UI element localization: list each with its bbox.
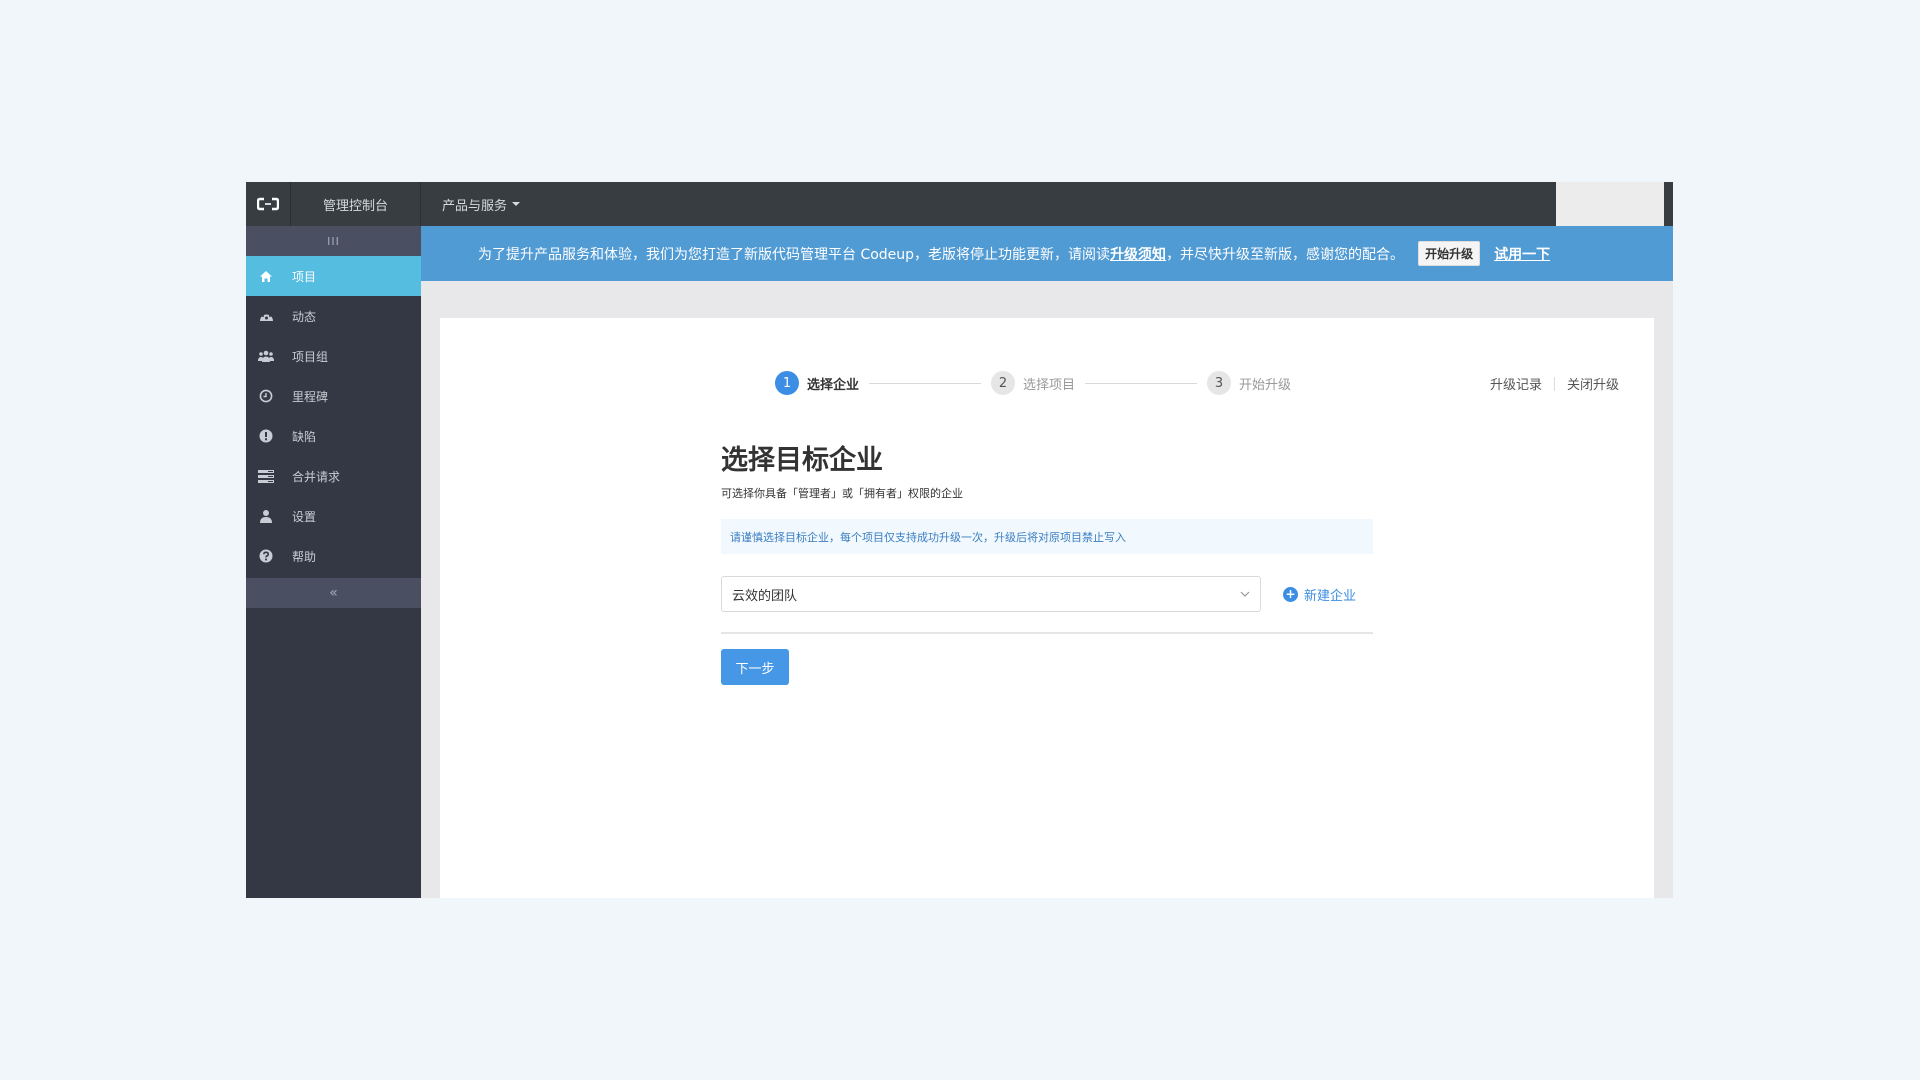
- banner-text-end: ，并尽快升级至新版，感谢您的配合。: [1166, 246, 1405, 263]
- card-links: 升级记录 关闭升级: [1490, 374, 1619, 393]
- divider: [721, 632, 1373, 634]
- enterprise-form: 选择目标企业 可选择你具备「管理者」或「拥有者」权限的企业 请谨慎选择目标企业，…: [721, 438, 1373, 685]
- products-label: 产品与服务: [442, 198, 508, 214]
- start-upgrade-button[interactable]: 开始升级: [1418, 241, 1481, 266]
- step-1: 1 选择企业: [775, 371, 859, 395]
- upgrade-notice-link[interactable]: 升级须知: [1110, 244, 1166, 264]
- sidebar-item-label: 项目组: [292, 349, 329, 364]
- banner-text: 为了提升产品服务和体验，我们为您打造了新版代码管理平台 Codeup，老版将停止…: [478, 246, 1111, 263]
- console-link[interactable]: 管理控制台: [291, 182, 421, 226]
- step-number: 1: [775, 371, 799, 395]
- new-enterprise-label: 新建企业: [1304, 588, 1357, 604]
- step-label: 选择企业: [807, 377, 860, 393]
- enterprise-select[interactable]: 云效的团队: [721, 576, 1261, 612]
- sidebar-item-label: 里程碑: [292, 389, 329, 404]
- toggle-icon: III: [327, 234, 340, 248]
- page-title: 选择目标企业: [721, 445, 883, 476]
- step-3: 3 开始升级: [1207, 371, 1291, 395]
- chevron-down-icon: [1240, 591, 1250, 597]
- sidebar-toggle[interactable]: III: [246, 226, 421, 256]
- upgrade-banner: 为了提升产品服务和体验，我们为您打造了新版代码管理平台 Codeup，老版将停止…: [421, 226, 1673, 281]
- link-separator: [1553, 376, 1555, 391]
- step-connector: [869, 382, 982, 384]
- sidebar-item-label: 设置: [292, 509, 317, 524]
- dashboard-icon: [258, 308, 274, 324]
- try-it-link[interactable]: 试用一下: [1494, 244, 1550, 264]
- sidebar-item-merge-requests[interactable]: 合并请求: [246, 456, 421, 496]
- logo[interactable]: [246, 182, 291, 226]
- sidebar-collapse-button[interactable]: «: [246, 578, 421, 608]
- sidebar-item-milestones[interactable]: 里程碑: [246, 376, 421, 416]
- users-icon: [258, 348, 274, 364]
- selected-enterprise: 云效的团队: [732, 588, 798, 604]
- close-upgrade-link[interactable]: 关闭升级: [1567, 374, 1619, 393]
- sidebar-item-label: 动态: [292, 309, 317, 324]
- sidebar-item-projects[interactable]: 项目: [246, 256, 421, 296]
- step-2: 2 选择项目: [991, 371, 1075, 395]
- step-connector: [1085, 382, 1198, 384]
- list-icon: [258, 468, 274, 484]
- new-enterprise-button[interactable]: + 新建企业: [1283, 585, 1356, 604]
- next-step-button[interactable]: 下一步: [721, 649, 789, 685]
- sidebar-item-label: 合并请求: [292, 469, 341, 484]
- sidebar-item-settings[interactable]: 设置: [246, 496, 421, 536]
- exclamation-icon: [258, 428, 274, 444]
- app-window: 管理控制台 产品与服务 III 项目 动态 项目组 里程碑 缺陷 合并请求 设置…: [246, 182, 1673, 898]
- user-icon: [258, 508, 274, 524]
- clock-icon: [258, 388, 274, 404]
- double-chevron-left-icon: «: [329, 585, 338, 601]
- sidebar-item-label: 缺陷: [292, 429, 317, 444]
- notice-text: 请谨慎选择目标企业，每个项目仅支持成功升级一次，升级后将对原项目禁止写入: [730, 530, 1126, 544]
- sidebar-item-activity[interactable]: 动态: [246, 296, 421, 336]
- aliyun-logo-icon: [257, 197, 279, 211]
- step-number: 2: [991, 371, 1016, 395]
- sidebar-item-label: 帮助: [292, 549, 317, 564]
- select-row: 云效的团队 + 新建企业: [721, 576, 1373, 612]
- sidebar: III 项目 动态 项目组 里程碑 缺陷 合并请求 设置 帮助 «: [246, 226, 421, 898]
- question-icon: [258, 548, 274, 564]
- warning-notice: 请谨慎选择目标企业，每个项目仅支持成功升级一次，升级后将对原项目禁止写入: [721, 519, 1373, 554]
- top-bar: 管理控制台 产品与服务: [246, 182, 1673, 226]
- console-label: 管理控制台: [322, 198, 388, 214]
- upgrade-history-link[interactable]: 升级记录: [1490, 374, 1542, 393]
- upgrade-card: 1 选择企业 2 选择项目 3 开始升级 升级记录 关闭升级 选择目标企业 可选…: [440, 318, 1654, 898]
- page-subtitle: 可选择你具备「管理者」或「拥有者」权限的企业: [721, 487, 963, 500]
- step-label: 选择项目: [1023, 377, 1076, 393]
- step-number: 3: [1207, 371, 1232, 395]
- sidebar-item-label: 项目: [292, 269, 317, 284]
- caret-down-icon: [512, 202, 521, 206]
- step-label: 开始升级: [1239, 377, 1292, 393]
- plus-circle-icon: +: [1283, 586, 1298, 602]
- home-icon: [258, 268, 274, 284]
- sidebar-item-project-groups[interactable]: 项目组: [246, 336, 421, 376]
- sidebar-item-defects[interactable]: 缺陷: [246, 416, 421, 456]
- products-menu[interactable]: 产品与服务: [421, 182, 541, 226]
- sidebar-item-help[interactable]: 帮助: [246, 536, 421, 576]
- user-area[interactable]: [1556, 182, 1664, 226]
- stepper: 1 选择企业 2 选择项目 3 开始升级: [775, 371, 1291, 395]
